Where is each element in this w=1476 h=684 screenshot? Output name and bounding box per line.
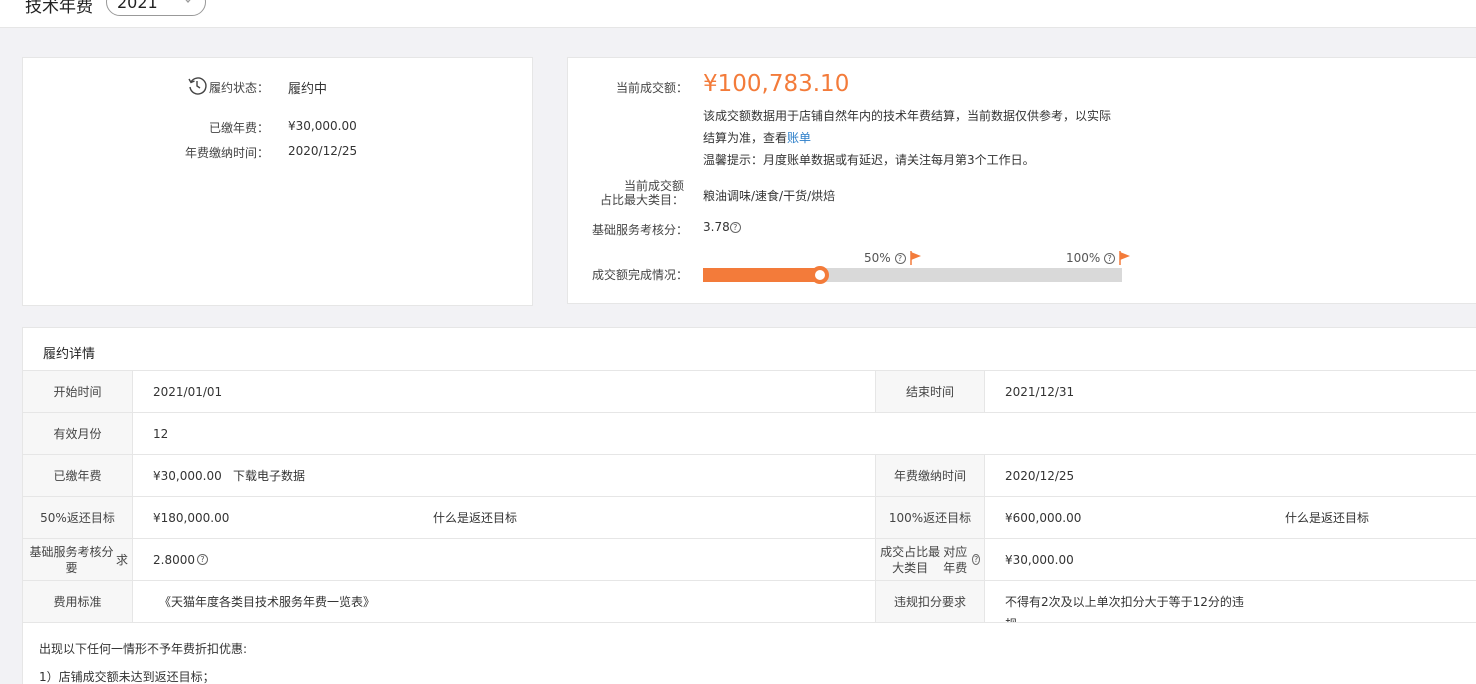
pay-time-label: 年费缴纳时间 [875,455,985,496]
target-help-link[interactable]: 什么是返还目标 [1285,497,1369,538]
score-req-value-wrap: 2.8000? [153,539,208,580]
fee-std-label: 费用标准 [23,581,133,622]
note-line1: 出现以下任何一情形不予年费折扣优惠: [39,642,248,656]
start-time-label: 开始时间 [23,371,133,412]
progress-knob [811,266,829,284]
status-label: 履约状态： [208,81,269,95]
target-help-link[interactable]: 什么是返还目标 [433,497,517,538]
question-icon[interactable]: ? [729,222,741,233]
paid-fee-label: 已缴年费 [23,455,133,496]
cat-fee-value: ¥30,000.00 [1005,552,1074,567]
notes-row: 出现以下任何一情形不予年费折扣优惠: 1）店铺成交额未达到返还目标； [23,622,1476,684]
amount-label: 当前成交额： [615,81,688,95]
marker-50-wrap: 50% ? [864,251,906,265]
marker-50-label: 50% [864,251,891,265]
page-title: 技术年费 [25,0,93,17]
question-icon[interactable]: ? [197,554,208,565]
target50-value: ¥180,000.00 [153,510,230,525]
start-time-value: 2021/01/01 [153,384,223,399]
score-req-value: 2.8000 [153,552,195,567]
progress-fill [703,268,820,282]
top-bar: 技术年费 2021 [0,0,1476,28]
target100-value: ¥600,000.00 [1005,510,1082,525]
progress-label: 成交额完成情况： [591,268,688,282]
status-value: 履约中 [288,82,328,97]
months-label: 有效月份 [23,413,133,454]
marker-100-label: 100% [1066,251,1101,265]
question-icon[interactable]: ? [972,554,980,565]
table-row: 50%返还目标 ¥180,000.00 什么是返还目标 100%返还目标 ¥60… [23,496,1476,538]
score-req-label-line2: 求 [115,552,128,567]
score-value: 3.78 [703,220,730,234]
category-label: 当前成交额 占比最大类目： [578,179,684,207]
question-icon[interactable]: ? [1104,253,1116,264]
amount-value: ¥100,783.10 [703,71,850,97]
table-row: 费用标准 《天猫年度各类目技术服务年费一览表》 违规扣分要求 不得有2次及以上单… [23,580,1476,622]
amount-desc-line3: 温馨提示：月度账单数据或有延迟，请关注每月第3个工作日。 [703,153,1035,167]
violation-value: 不得有2次及以上单次扣分大于等于12分的违规 [1005,581,1265,622]
turnover-card: 当前成交额： ¥100,783.10 该成交额数据用于店铺自然年内的技术年费结算… [567,57,1476,304]
year-select[interactable]: 2021 [106,0,206,16]
score-label: 基础服务考核分： [591,223,688,237]
end-time-value: 2021/12/31 [1005,384,1075,399]
pay-time-value: 2020/12/25 [1005,468,1075,483]
contract-detail-panel: 履约详情 开始时间 2021/01/01 结束时间 2021/12/31 有效月… [22,327,1476,684]
category-label-line2: 占比最大类目： [599,193,684,207]
violation-label: 违规扣分要求 [875,581,985,622]
score-value-wrap: 3.78? [703,220,741,234]
target100-label: 100%返还目标 [875,497,985,538]
table-row: 有效月份 12 [23,412,1476,454]
cat-fee-label-line1: 成交占比最大类目 [880,544,941,575]
score-req-label-line1: 基础服务考核分要 [29,544,114,575]
download-data-link[interactable]: 下载电子数据 [233,455,305,496]
note-line2: 1）店铺成交额未达到返还目标； [39,670,215,684]
months-value: 12 [153,426,169,441]
contract-status-card: 履约状态： 履约中 已缴年费： ¥30,000.00 年费缴纳时间： 2020/… [22,57,533,306]
flag-icon [910,251,921,265]
category-value: 粮油调味/速食/干货/烘焙 [703,189,836,203]
table-row: 已缴年费 ¥30,000.00 下载电子数据 年费缴纳时间 2020/12/25 [23,454,1476,496]
paid-fee-label: 已缴年费： [208,121,269,135]
amount-desc-line1: 该成交额数据用于店铺自然年内的技术年费结算，当前数据仅供参考，以实际 [703,109,1112,123]
table-row: 开始时间 2021/01/01 结束时间 2021/12/31 [23,370,1476,412]
amount-desc-line2: 结算为准，查看账单 [703,127,1123,149]
violation-value-line1: 不得有2次及以上单次扣分大于等于12分的违 [1005,595,1244,609]
fee-std-link[interactable]: 《天猫年度各类目技术服务年费一览表》 [159,581,375,622]
amount-desc-prefix: 结算为准，查看 [703,131,788,145]
table-row: 基础服务考核分要求 2.8000? 成交占比最大类目 对应年费? ¥30,000.… [23,538,1476,580]
chevron-down-icon [185,0,191,3]
year-select-value: 2021 [117,0,158,12]
score-req-label: 基础服务考核分要求 [23,539,133,580]
category-label-line1: 当前成交额 [623,179,684,193]
detail-title: 履约详情 [43,347,96,362]
target50-label: 50%返还目标 [23,497,133,538]
bill-link[interactable]: 账单 [787,131,811,145]
flag-icon [1119,251,1130,265]
cat-fee-label: 成交占比最大类目 对应年费? [875,539,985,580]
question-icon[interactable]: ? [894,253,906,264]
end-time-label: 结束时间 [875,371,985,412]
paid-fee-value: ¥30,000.00 [153,468,222,483]
cat-fee-label-line2: 对应年费 [943,544,968,575]
paid-fee-value: ¥30,000.00 [288,119,357,133]
pay-time-label: 年费缴纳时间： [184,146,269,160]
marker-100-wrap: 100% ? [1066,251,1116,265]
pay-time-value: 2020/12/25 [288,144,358,158]
